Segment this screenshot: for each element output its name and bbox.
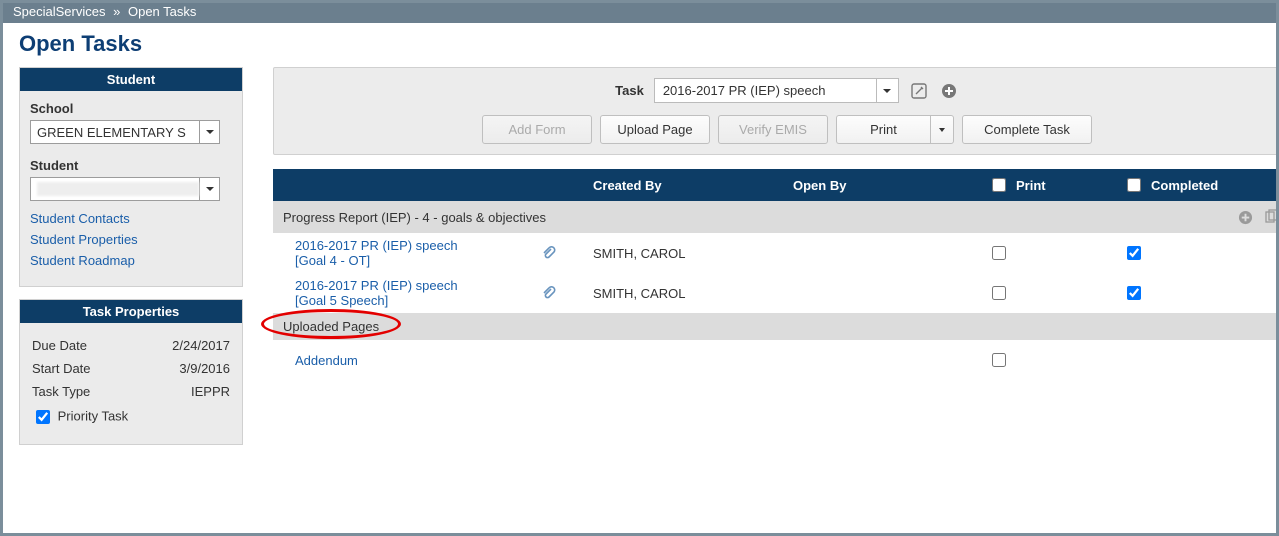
group-uploaded-pages: Uploaded Pages [273, 313, 1279, 340]
sidebar: Student School GREEN ELEMENTARY S Studen… [19, 67, 243, 513]
task-properties-panel: Task Properties Due Date 2/24/2017 Start… [19, 299, 243, 445]
school-value: GREEN ELEMENTARY S [37, 125, 199, 140]
doc-link[interactable]: Addendum [295, 353, 505, 368]
priority-task-label: Priority Task [58, 408, 129, 423]
task-type-value: IEPPR [133, 381, 230, 402]
print-all-checkbox[interactable] [992, 178, 1006, 192]
doc-link[interactable]: 2016-2017 PR (IEP) speech [Goal 4 - OT] [295, 238, 505, 268]
task-type-label: Task Type [32, 381, 131, 402]
start-date-label: Start Date [32, 358, 131, 379]
completed-all-checkbox[interactable] [1127, 178, 1141, 192]
created-by-cell: SMITH, CAROL [593, 286, 793, 301]
table-header: Created By Open By Print Completed [273, 169, 1279, 201]
link-student-properties[interactable]: Student Properties [30, 232, 232, 247]
print-checkbox[interactable] [992, 353, 1006, 367]
page-title: Open Tasks [3, 23, 1276, 67]
doc-name-line1: 2016-2017 PR (IEP) speech [295, 278, 458, 293]
plus-circle-icon[interactable] [1235, 207, 1255, 227]
doc-name-line2: [Goal 5 Speech] [295, 293, 388, 308]
toolbar: Task 2016-2017 PR (IEP) speech [273, 67, 1279, 155]
main: Task 2016-2017 PR (IEP) speech [273, 67, 1279, 513]
print-caret[interactable] [930, 115, 954, 144]
doc-name-line2: [Goal 4 - OT] [295, 253, 370, 268]
completed-checkbox[interactable] [1127, 246, 1141, 260]
student-label: Student [30, 158, 232, 173]
chevron-down-icon[interactable] [199, 121, 219, 143]
edit-icon[interactable] [909, 81, 929, 101]
trash-icon[interactable] [1273, 350, 1279, 370]
sidebar-links: Student Contacts Student Properties Stud… [30, 211, 232, 268]
th-print: Print [1016, 178, 1046, 193]
task-label: Task [615, 83, 644, 98]
task-select[interactable]: 2016-2017 PR (IEP) speech [654, 78, 899, 103]
attachment-icon[interactable] [539, 243, 559, 263]
add-form-button: Add Form [482, 115, 592, 144]
plus-circle-icon[interactable] [939, 81, 959, 101]
th-completed: Completed [1151, 178, 1218, 193]
created-by-cell: SMITH, CAROL [593, 246, 793, 261]
doc-name-line1: 2016-2017 PR (IEP) speech [295, 238, 458, 253]
group-progress-report: Progress Report (IEP) - 4 - goals & obje… [273, 201, 1279, 233]
task-properties-header: Task Properties [20, 300, 242, 323]
th-open-by: Open By [793, 178, 988, 193]
upload-page-button[interactable]: Upload Page [600, 115, 710, 144]
group-title: Uploaded Pages [283, 319, 379, 334]
verify-emis-button: Verify EMIS [718, 115, 828, 144]
print-checkbox[interactable] [992, 286, 1006, 300]
school-select[interactable]: GREEN ELEMENTARY S [30, 120, 220, 144]
print-split: Print [836, 115, 954, 144]
chevron-down-icon[interactable] [199, 178, 219, 200]
attachment-icon[interactable] [539, 283, 559, 303]
link-student-contacts[interactable]: Student Contacts [30, 211, 232, 226]
task-select-value: 2016-2017 PR (IEP) speech [663, 83, 826, 98]
table-row: 2016-2017 PR (IEP) speech [Goal 4 - OT] … [273, 233, 1279, 273]
table-row: Addendum [273, 340, 1279, 380]
due-date-label: Due Date [32, 335, 131, 356]
student-panel: Student School GREEN ELEMENTARY S Studen… [19, 67, 243, 287]
complete-task-button[interactable]: Complete Task [962, 115, 1092, 144]
breadcrumb-current[interactable]: Open Tasks [128, 4, 196, 19]
doc-link[interactable]: 2016-2017 PR (IEP) speech [Goal 5 Speech… [295, 278, 505, 308]
student-panel-header: Student [20, 68, 242, 91]
student-value [37, 182, 199, 196]
print-button[interactable]: Print [836, 115, 930, 144]
school-label: School [30, 101, 232, 116]
th-created-by: Created By [593, 178, 793, 193]
print-checkbox[interactable] [992, 246, 1006, 260]
chevron-down-icon[interactable] [876, 79, 898, 102]
breadcrumb: SpecialServices » Open Tasks [3, 3, 1276, 23]
breadcrumb-sep: » [113, 4, 120, 19]
due-date-value: 2/24/2017 [133, 335, 230, 356]
table-row: 2016-2017 PR (IEP) speech [Goal 5 Speech… [273, 273, 1279, 313]
completed-checkbox[interactable] [1127, 286, 1141, 300]
group-title: Progress Report (IEP) - 4 - goals & obje… [283, 210, 546, 225]
copy-icon[interactable] [1261, 207, 1279, 227]
start-date-value: 3/9/2016 [133, 358, 230, 379]
forms-table: Created By Open By Print Completed Progr… [273, 169, 1279, 380]
priority-task-checkbox[interactable] [36, 410, 50, 424]
link-student-roadmap[interactable]: Student Roadmap [30, 253, 232, 268]
breadcrumb-root[interactable]: SpecialServices [13, 4, 106, 19]
student-select[interactable] [30, 177, 220, 201]
